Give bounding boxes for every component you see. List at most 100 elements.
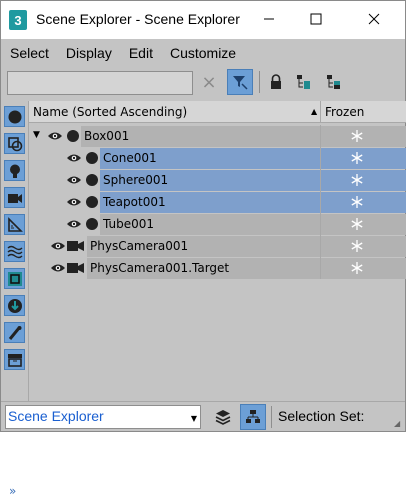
minimize-icon	[263, 18, 274, 20]
explorer-select-dropdown[interactable]: Scene Explorer ▼	[5, 405, 201, 429]
tree-row[interactable]: ▼ Box001	[29, 125, 406, 147]
frozen-snowflake-icon[interactable]	[349, 216, 365, 232]
object-name[interactable]: Tube001	[103, 217, 154, 231]
container-icon	[7, 353, 22, 367]
column-divider	[320, 191, 321, 213]
tree-row[interactable]: PhysCamera001.Target	[29, 257, 406, 279]
column-divider	[320, 125, 321, 147]
geometry-sphere-icon	[83, 150, 101, 166]
geometry-sphere-icon	[64, 128, 82, 144]
collapse-arrow-icon[interactable]: ▼	[33, 130, 40, 140]
close-icon	[368, 13, 379, 25]
search-input[interactable]	[7, 71, 193, 95]
column-divider	[320, 213, 321, 235]
visibility-eye-icon[interactable]	[65, 172, 83, 188]
tree-row[interactable]: PhysCamera001	[29, 235, 406, 257]
filter-containers-button[interactable]	[4, 349, 25, 370]
filter-spacewarps-button[interactable]	[4, 241, 25, 262]
filter-toggle-button[interactable]	[227, 69, 253, 95]
group-icon	[7, 271, 22, 286]
column-name-header[interactable]: Name (Sorted Ascending)	[33, 105, 187, 119]
status-separator	[271, 406, 272, 428]
resize-grip-icon[interactable]: ◢	[394, 419, 400, 428]
filter-cameras-button[interactable]	[4, 187, 25, 208]
filter-lights-button[interactable]	[4, 160, 25, 181]
camera-icon	[67, 238, 85, 254]
menu-customize[interactable]: Customize	[162, 45, 244, 61]
object-name[interactable]: Cone001	[103, 151, 157, 165]
camera-icon	[7, 193, 22, 203]
clear-search-icon[interactable]: ×	[200, 71, 218, 95]
window-title: Scene Explorer - Scene Explorer	[36, 11, 240, 27]
object-name[interactable]: Sphere001	[103, 173, 168, 187]
hierarchy-view-icon	[246, 410, 260, 423]
shapes-icon	[7, 136, 22, 151]
title-bar[interactable]: 3 Scene Explorer - Scene Explorer	[1, 1, 405, 39]
tree-row[interactable]: Tube001	[29, 213, 406, 235]
camera-icon	[67, 260, 85, 276]
bone-icon	[8, 325, 21, 340]
geometry-sphere-icon	[83, 216, 101, 232]
menu-edit[interactable]: Edit	[121, 45, 161, 61]
hierarchy-add-button[interactable]	[323, 71, 345, 93]
object-name[interactable]: Teapot001	[103, 195, 166, 209]
visibility-eye-icon[interactable]	[49, 260, 67, 276]
visibility-eye-icon[interactable]	[65, 216, 83, 232]
filter-bones-button[interactable]	[4, 322, 25, 343]
scene-explorer-window: 3 Scene Explorer - Scene Explorer Select…	[0, 0, 406, 498]
toolbar: ×	[1, 67, 405, 99]
geometry-sphere-icon	[83, 172, 101, 188]
geometry-sphere-icon	[83, 194, 101, 210]
visibility-eye-icon[interactable]	[65, 150, 83, 166]
helper-ruler-icon	[7, 216, 23, 232]
minimize-button[interactable]	[246, 1, 291, 37]
object-name[interactable]: Box001	[84, 129, 129, 143]
filter-xrefs-button[interactable]	[4, 295, 25, 316]
frozen-snowflake-icon[interactable]	[349, 150, 365, 166]
tree-row[interactable]: Sphere001	[29, 169, 406, 191]
hierarchy-view-button[interactable]	[240, 404, 266, 430]
object-name[interactable]: PhysCamera001	[90, 239, 188, 253]
frozen-snowflake-icon[interactable]	[349, 128, 365, 144]
menu-select[interactable]: Select	[2, 45, 57, 61]
filter-geometry-button[interactable]	[4, 106, 25, 127]
filter-groups-button[interactable]	[4, 268, 25, 289]
close-button[interactable]	[351, 1, 396, 37]
frozen-snowflake-icon[interactable]	[349, 260, 365, 276]
frozen-snowflake-icon[interactable]	[349, 238, 365, 254]
hierarchy-icon	[297, 75, 310, 89]
light-bulb-icon	[9, 164, 20, 178]
visibility-eye-icon[interactable]	[49, 238, 67, 254]
dropdown-arrow-icon: ▼	[190, 414, 197, 423]
lock-icon	[271, 74, 281, 89]
layers-button[interactable]	[211, 405, 235, 429]
hierarchy-tree-button[interactable]	[293, 71, 315, 93]
app-icon: 3	[9, 10, 27, 30]
tree-header: Name (Sorted Ascending) ▲ Frozen	[29, 101, 406, 123]
frozen-snowflake-icon[interactable]	[349, 194, 365, 210]
filter-shapes-button[interactable]	[4, 133, 25, 154]
expand-sidebar-icon[interactable]: »	[9, 484, 16, 498]
scene-tree: Name (Sorted Ascending) ▲ Frozen ▼ Box001…	[28, 101, 406, 401]
column-divider[interactable]	[320, 101, 321, 123]
tree-row[interactable]: Cone001	[29, 147, 406, 169]
frozen-snowflake-icon[interactable]	[349, 172, 365, 188]
selection-set-label: Selection Set:	[278, 408, 365, 424]
toolbar-separator	[259, 71, 260, 93]
menu-display[interactable]: Display	[58, 45, 120, 61]
status-bar: Scene Explorer ▼ Selection Set: ◢	[1, 401, 405, 431]
maximize-icon	[310, 13, 321, 25]
xref-icon	[7, 298, 22, 313]
object-name[interactable]: PhysCamera001.Target	[90, 261, 229, 275]
lock-button[interactable]	[265, 71, 287, 93]
filter-helpers-button[interactable]	[4, 214, 25, 235]
visibility-eye-icon[interactable]	[65, 194, 83, 210]
dropdown-value: Scene Explorer	[8, 408, 104, 424]
tree-row[interactable]: Teapot001	[29, 191, 406, 213]
column-frozen-header[interactable]: Frozen	[325, 105, 364, 119]
geometry-sphere-icon	[8, 110, 21, 123]
column-divider	[320, 235, 321, 257]
visibility-eye-icon[interactable]	[46, 128, 64, 144]
maximize-button[interactable]	[293, 1, 338, 37]
layers-icon	[215, 410, 231, 425]
